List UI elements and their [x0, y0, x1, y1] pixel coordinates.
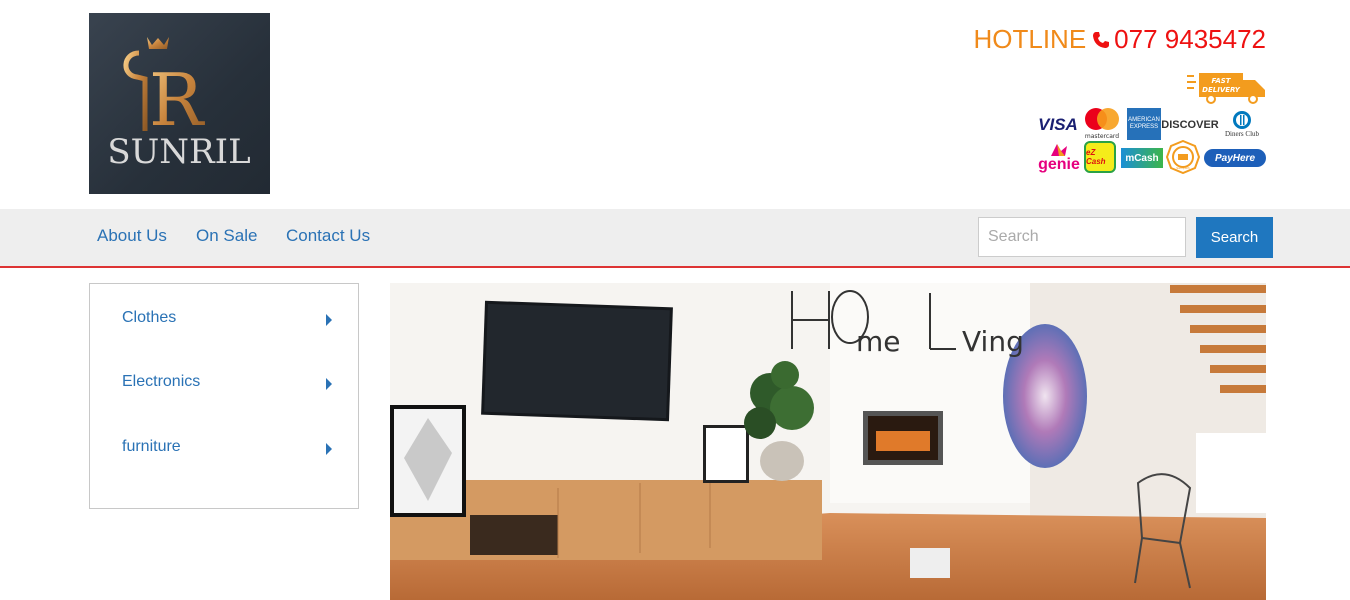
category-label: Electronics	[122, 373, 201, 390]
logo-text: SUNRIL	[107, 132, 250, 172]
discover-icon: DISCOVER	[1161, 110, 1218, 140]
amex-label: AMERICAN EXPRESS	[1128, 117, 1160, 130]
category-item-furniture[interactable]: furniture	[122, 438, 332, 462]
banner-title-me: me	[856, 325, 901, 358]
site-logo[interactable]: R SUNRIL	[89, 13, 270, 194]
category-item-clothes[interactable]: Clothes	[122, 309, 332, 333]
genie-icon: genie	[1037, 141, 1081, 175]
svg-text:FAST: FAST	[1211, 77, 1231, 85]
visa-label: VISA	[1038, 115, 1078, 134]
hotline-label: HOTLINE	[973, 24, 1087, 54]
category-label: furniture	[122, 438, 181, 455]
nav-on-sale[interactable]: On Sale	[196, 226, 257, 246]
fast-delivery-badge: FAST DELIVERY	[1187, 72, 1267, 109]
category-menu: Clothes Electronics furniture	[89, 283, 359, 509]
ezcash-label: eZ Cash	[1086, 148, 1106, 166]
payhere-icon: PayHere	[1204, 149, 1266, 167]
chevron-right-icon	[326, 314, 332, 326]
category-label: Clothes	[122, 309, 177, 326]
mcash-icon: mCash	[1121, 148, 1163, 168]
discover-label: DISCOVER	[1161, 119, 1219, 131]
mastercard-icon: mastercard	[1081, 106, 1123, 140]
chevron-right-icon	[326, 443, 332, 455]
search-button[interactable]: Search	[1196, 217, 1273, 258]
hotline: HOTLINE 077 9435472	[973, 24, 1266, 55]
payhere-label: PayHere	[1214, 152, 1256, 164]
ezcash-icon: eZ Cash	[1084, 141, 1116, 173]
home-living-banner[interactable]: me Ving	[390, 283, 1266, 600]
amex-icon: AMERICAN EXPRESS	[1127, 108, 1161, 140]
svg-text:DELIVERY: DELIVERY	[1202, 86, 1241, 94]
genie-label: genie	[1038, 156, 1080, 173]
nav-contact-us[interactable]: Contact Us	[286, 226, 370, 246]
hotline-number[interactable]: 077 9435472	[1114, 24, 1266, 54]
sampath-label: Sampath	[1176, 166, 1190, 170]
sampath-icon: Sampath	[1166, 140, 1200, 174]
visa-icon: VISA	[1037, 110, 1079, 140]
main-nav: About Us On Sale Contact Us Search	[0, 209, 1350, 268]
diners-club-icon: Diners Club	[1221, 108, 1263, 140]
logo-monogram: R	[149, 58, 205, 142]
phone-icon	[1092, 25, 1110, 48]
nav-about-us[interactable]: About Us	[97, 226, 167, 246]
mcash-label: mCash	[1125, 152, 1159, 164]
category-item-electronics[interactable]: Electronics	[122, 373, 332, 397]
mastercard-label: mastercard	[1085, 133, 1119, 140]
banner-title-ving: Ving	[962, 325, 1024, 358]
search-input[interactable]	[978, 217, 1186, 257]
chevron-right-icon	[326, 378, 332, 390]
diners-club-label: Diners Club	[1224, 130, 1260, 138]
